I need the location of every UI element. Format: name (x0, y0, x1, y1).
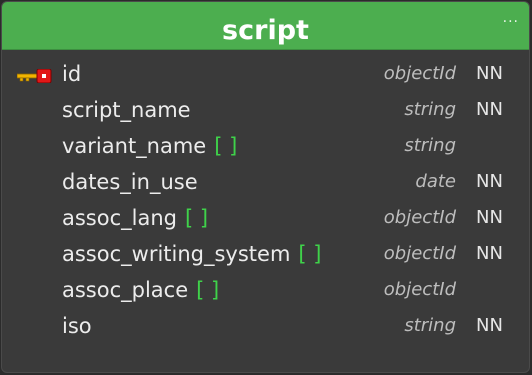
not-null-flag: NN (476, 171, 503, 192)
column-type: string (404, 315, 456, 336)
array-badge: [ ] (214, 134, 238, 158)
column-row-script-name[interactable]: script_name string NN (2, 92, 529, 128)
column-row-assoc-writing-system[interactable]: assoc_writing_system[ ] objectId NN (2, 236, 529, 272)
not-null-flag: NN (476, 243, 503, 264)
column-row-id[interactable]: id objectId NN (2, 56, 529, 92)
column-type: date (415, 171, 456, 192)
column-type: objectId (383, 243, 456, 264)
primary-key-icon (17, 69, 52, 83)
column-name: assoc_writing_system[ ] (62, 242, 322, 266)
table-menu-icon[interactable]: ··· (503, 14, 519, 30)
column-type: objectId (383, 207, 456, 228)
table-title: script (222, 15, 309, 46)
array-badge: [ ] (196, 278, 220, 302)
column-name: variant_name[ ] (62, 134, 238, 158)
column-row-variant-name[interactable]: variant_name[ ] string (2, 128, 529, 164)
column-type: string (404, 135, 456, 156)
column-name: iso (62, 314, 92, 338)
column-type: string (404, 99, 456, 120)
table-header[interactable]: script ··· (2, 2, 529, 50)
array-badge: [ ] (185, 206, 209, 230)
column-row-dates-in-use[interactable]: dates_in_use date NN (2, 164, 529, 200)
not-null-flag: NN (476, 315, 503, 336)
column-name: assoc_lang[ ] (62, 206, 209, 230)
column-name: assoc_place[ ] (62, 278, 220, 302)
not-null-flag: NN (476, 207, 503, 228)
column-name: script_name (62, 98, 191, 122)
column-row-assoc-lang[interactable]: assoc_lang[ ] objectId NN (2, 200, 529, 236)
column-row-iso[interactable]: iso string NN (2, 308, 529, 344)
column-type: objectId (383, 63, 456, 84)
array-badge: [ ] (298, 242, 322, 266)
column-name: id (62, 62, 82, 86)
not-null-flag: NN (476, 99, 503, 120)
column-name: dates_in_use (62, 170, 198, 194)
column-type: objectId (383, 279, 456, 300)
entity-table-script[interactable]: script ··· id objectId NN script_name st… (1, 1, 530, 373)
not-null-flag: NN (476, 63, 503, 84)
column-row-assoc-place[interactable]: assoc_place[ ] objectId (2, 272, 529, 308)
